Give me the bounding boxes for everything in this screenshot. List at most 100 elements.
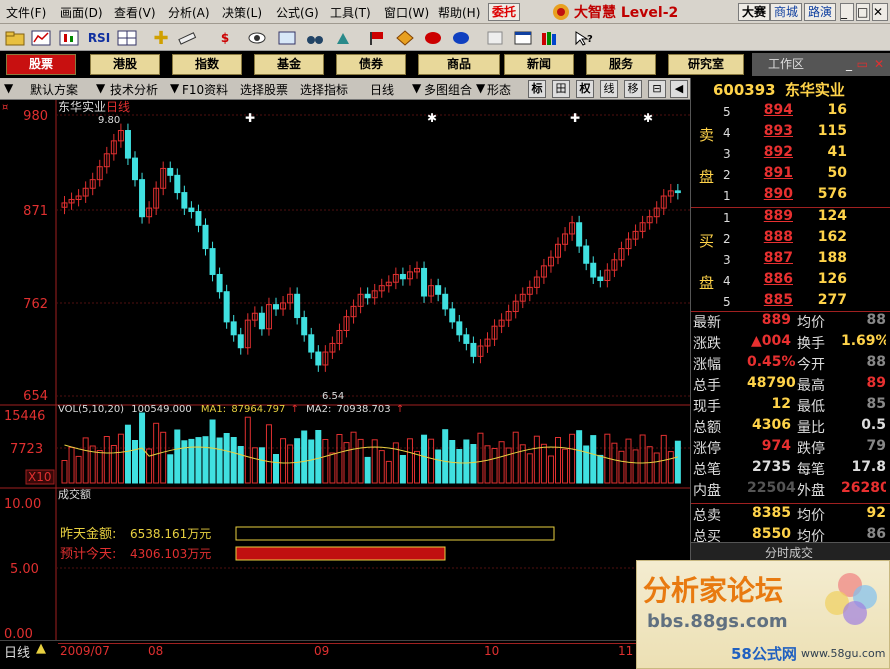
line-button[interactable]: 线 — [600, 80, 618, 98]
buy-row[interactable]: 3 887 188 — [691, 250, 890, 271]
candle-body — [456, 321, 463, 336]
buy-row[interactable]: 4 886 126 — [691, 271, 890, 292]
menu-file[interactable]: 文件(F) — [6, 4, 46, 21]
select-indicator-button[interactable]: 选择指标 — [300, 81, 348, 98]
default-scheme-button[interactable]: 默认方案 — [30, 81, 78, 98]
pattern-button[interactable]: 形态 — [487, 81, 511, 98]
down-arrow-icon[interactable]: ▼ — [412, 81, 421, 95]
close-button[interactable]: ✕ — [872, 3, 888, 21]
sign-icon[interactable] — [422, 28, 444, 48]
commission-button[interactable]: 委托 — [488, 3, 521, 21]
crosshair-icon[interactable]: ✚ — [150, 28, 172, 49]
stat-row: 涨停 974 跌停 79 — [691, 438, 890, 459]
tab-research[interactable]: 研究室 — [668, 54, 744, 75]
menu-analysis[interactable]: 分析(A) — [168, 4, 210, 21]
grid-icon[interactable] — [116, 28, 138, 48]
workzone-panel[interactable]: 工作区 _ ▭ ✕ — [752, 53, 890, 76]
info-mine-icon[interactable]: ✱ — [427, 111, 437, 125]
stat-value: 26280 — [841, 480, 886, 496]
buy-row[interactable]: 1 889 124 — [691, 208, 890, 229]
candle-body — [301, 317, 308, 336]
tab-funds[interactable]: 基金 — [254, 54, 324, 75]
f10-info-button[interactable]: F10资料 — [182, 81, 228, 98]
candle-body — [237, 334, 244, 349]
flag-icon[interactable] — [366, 28, 388, 48]
grid-layout-button[interactable]: 田 — [552, 80, 570, 98]
candle-body — [139, 179, 146, 218]
finance-button[interactable]: $ — [214, 28, 236, 48]
service-icon[interactable] — [450, 28, 472, 48]
books-icon[interactable] — [538, 28, 560, 48]
info-mine-icon[interactable]: ✱ — [643, 111, 653, 125]
down-arrow-icon[interactable]: ▼ — [4, 81, 13, 95]
menu-tools[interactable]: 工具(T) — [330, 4, 371, 21]
down-arrow-icon[interactable]: ▼ — [476, 81, 485, 95]
workzone-minimize-icon[interactable]: _ — [846, 53, 852, 76]
menu-view-screen[interactable]: 画面(D) — [60, 4, 103, 21]
status-period[interactable]: 日线 — [4, 642, 30, 661]
daily-line-button[interactable]: 日线 — [370, 81, 394, 98]
menu-help[interactable]: 帮助(H) — [438, 4, 480, 21]
workzone-close-icon[interactable]: ✕ — [874, 53, 884, 76]
tab-hk-stocks[interactable]: 港股 — [90, 54, 160, 75]
rsi-button[interactable]: RSI — [86, 28, 112, 48]
eye-icon[interactable] — [246, 28, 268, 48]
ruler-icon[interactable] — [176, 28, 198, 48]
sell-row[interactable]: 3 892 41 — [691, 144, 890, 165]
minute-chart-icon[interactable] — [30, 28, 52, 48]
stat-key: 量比 — [797, 420, 825, 436]
chart-area[interactable]: ¤ 东华实业 日线 980 871 762 654 15446 7723 X10… — [0, 99, 690, 642]
select-stock-button[interactable]: 选择股票 — [240, 81, 288, 98]
rights-button[interactable]: 权 — [576, 80, 594, 98]
tab-services[interactable]: 服务 — [586, 54, 656, 75]
mall-button[interactable]: 商城 — [770, 3, 803, 21]
info-mine-icon[interactable]: ✚ — [570, 111, 580, 125]
stat-value: 2735 — [752, 459, 791, 475]
minimize-button[interactable]: _ — [840, 3, 854, 21]
down-arrow-icon[interactable]: ▼ — [170, 81, 179, 95]
maximize-button[interactable]: □ — [856, 3, 870, 21]
window-icon[interactable] — [512, 28, 534, 48]
contest-button[interactable]: 大赛 — [738, 3, 771, 21]
help-pointer-icon[interactable]: ? — [572, 28, 594, 48]
low-price-label: 6.54 — [322, 391, 344, 402]
open-folder-icon[interactable] — [4, 28, 26, 48]
menu-window[interactable]: 窗口(W) — [384, 4, 429, 21]
date-tick: 08 — [148, 644, 164, 658]
move-button[interactable]: 移 — [624, 80, 642, 98]
menu-formula[interactable]: 公式(G) — [276, 4, 319, 21]
roadshow-button[interactable]: 路演 — [804, 3, 837, 21]
sell-row[interactable]: 4 893 115 — [691, 123, 890, 144]
tab-index[interactable]: 指数 — [172, 54, 242, 75]
menu-view[interactable]: 查看(V) — [114, 4, 156, 21]
mark-button[interactable]: 标 — [528, 80, 546, 98]
kline-chart-svg[interactable]: ¤ 东华实业 日线 980 871 762 654 15446 7723 X10… — [0, 99, 690, 642]
tech-analysis-button[interactable]: 技术分析 — [110, 81, 158, 98]
tab-stocks[interactable]: 股票 — [6, 54, 76, 75]
sell-row[interactable]: 1 890 576 — [691, 186, 890, 207]
kline-chart-icon[interactable] — [58, 28, 80, 48]
menu-decision[interactable]: 决策(L) — [222, 4, 262, 21]
tab-news[interactable]: 新闻 — [504, 54, 574, 75]
stat-value: 0.45% — [747, 354, 796, 370]
tab-bonds[interactable]: 债券 — [336, 54, 406, 75]
binoculars-icon[interactable] — [304, 28, 326, 48]
multi-chart-button[interactable]: 多图组合 — [424, 81, 472, 98]
notepad-icon[interactable] — [484, 28, 506, 48]
buy-row[interactable]: 2 888 162 — [691, 229, 890, 250]
tick-trades-header[interactable]: 分时成交 — [691, 542, 890, 562]
sell-row[interactable]: 2 891 50 — [691, 165, 890, 186]
down-arrow-icon[interactable]: ▼ — [96, 81, 105, 95]
chart-view-icon[interactable]: ⊟ — [648, 80, 666, 98]
workzone-restore-icon[interactable]: ▭ — [857, 53, 868, 76]
stock-header[interactable]: 600393 东华实业 — [691, 78, 890, 102]
news-icon[interactable] — [276, 28, 298, 48]
info-mine-icon[interactable]: ✚ — [245, 111, 255, 125]
tab-commodities[interactable]: 商品 — [418, 54, 500, 75]
diamond-icon[interactable] — [394, 28, 416, 48]
sell-row[interactable]: 5 894 16 — [691, 102, 890, 123]
buy-row[interactable]: 5 885 277 — [691, 292, 890, 313]
prev-arrow-icon[interactable]: ◀ — [670, 80, 688, 98]
candle-body — [216, 273, 223, 293]
alarm-icon[interactable] — [332, 28, 354, 48]
